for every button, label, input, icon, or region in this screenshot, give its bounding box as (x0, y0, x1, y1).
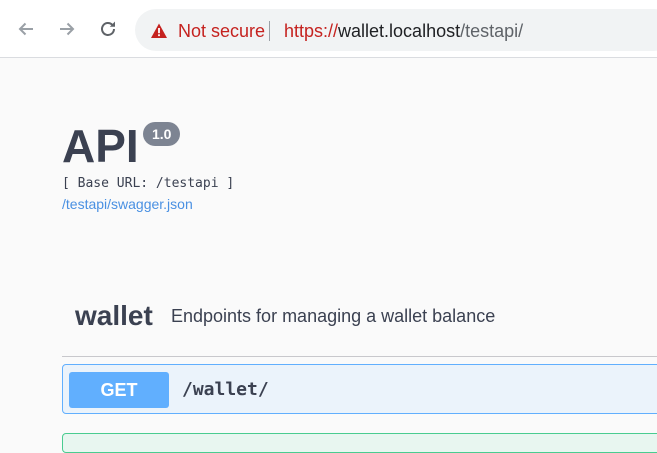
browser-toolbar: Not secure https://wallet.localhost/test… (0, 0, 657, 58)
tag-description: Endpoints for managing a wallet balance (171, 306, 496, 326)
back-arrow-icon (18, 22, 33, 36)
operation-get-wallet[interactable]: GET /wallet/ (62, 364, 657, 414)
forward-button[interactable] (55, 17, 79, 41)
tag-name: wallet (75, 300, 153, 331)
back-button[interactable] (14, 17, 38, 41)
url-scheme: https:// (284, 21, 339, 41)
url-host: wallet.localhost (338, 21, 461, 41)
api-title: API (62, 120, 139, 172)
operation-next[interactable] (62, 433, 657, 453)
version-badge: 1.0 (143, 122, 181, 146)
address-separator (269, 21, 270, 41)
operation-path: /wallet/ (182, 379, 269, 400)
base-url: [ Base URL: /testapi ] (62, 176, 235, 191)
reload-button[interactable] (96, 17, 120, 41)
api-info: API 1.0 [ Base URL: /testapi ] /testapi/… (62, 118, 234, 212)
forward-arrow-icon (60, 22, 75, 36)
url-path: /testapi/ (460, 21, 524, 41)
warning-icon (151, 23, 167, 38)
swagger-json-link[interactable]: /testapi/swagger.json (62, 196, 193, 212)
security-status[interactable]: Not secure (178, 21, 265, 41)
method-badge: GET (69, 372, 169, 408)
address-bar[interactable]: Not secure https://wallet.localhost/test… (135, 9, 657, 51)
reload-icon (101, 21, 115, 36)
tag-wallet-header[interactable]: wallet Endpoints for managing a wallet b… (62, 286, 657, 357)
url-text[interactable]: https://wallet.localhost/testapi/ (284, 21, 523, 41)
